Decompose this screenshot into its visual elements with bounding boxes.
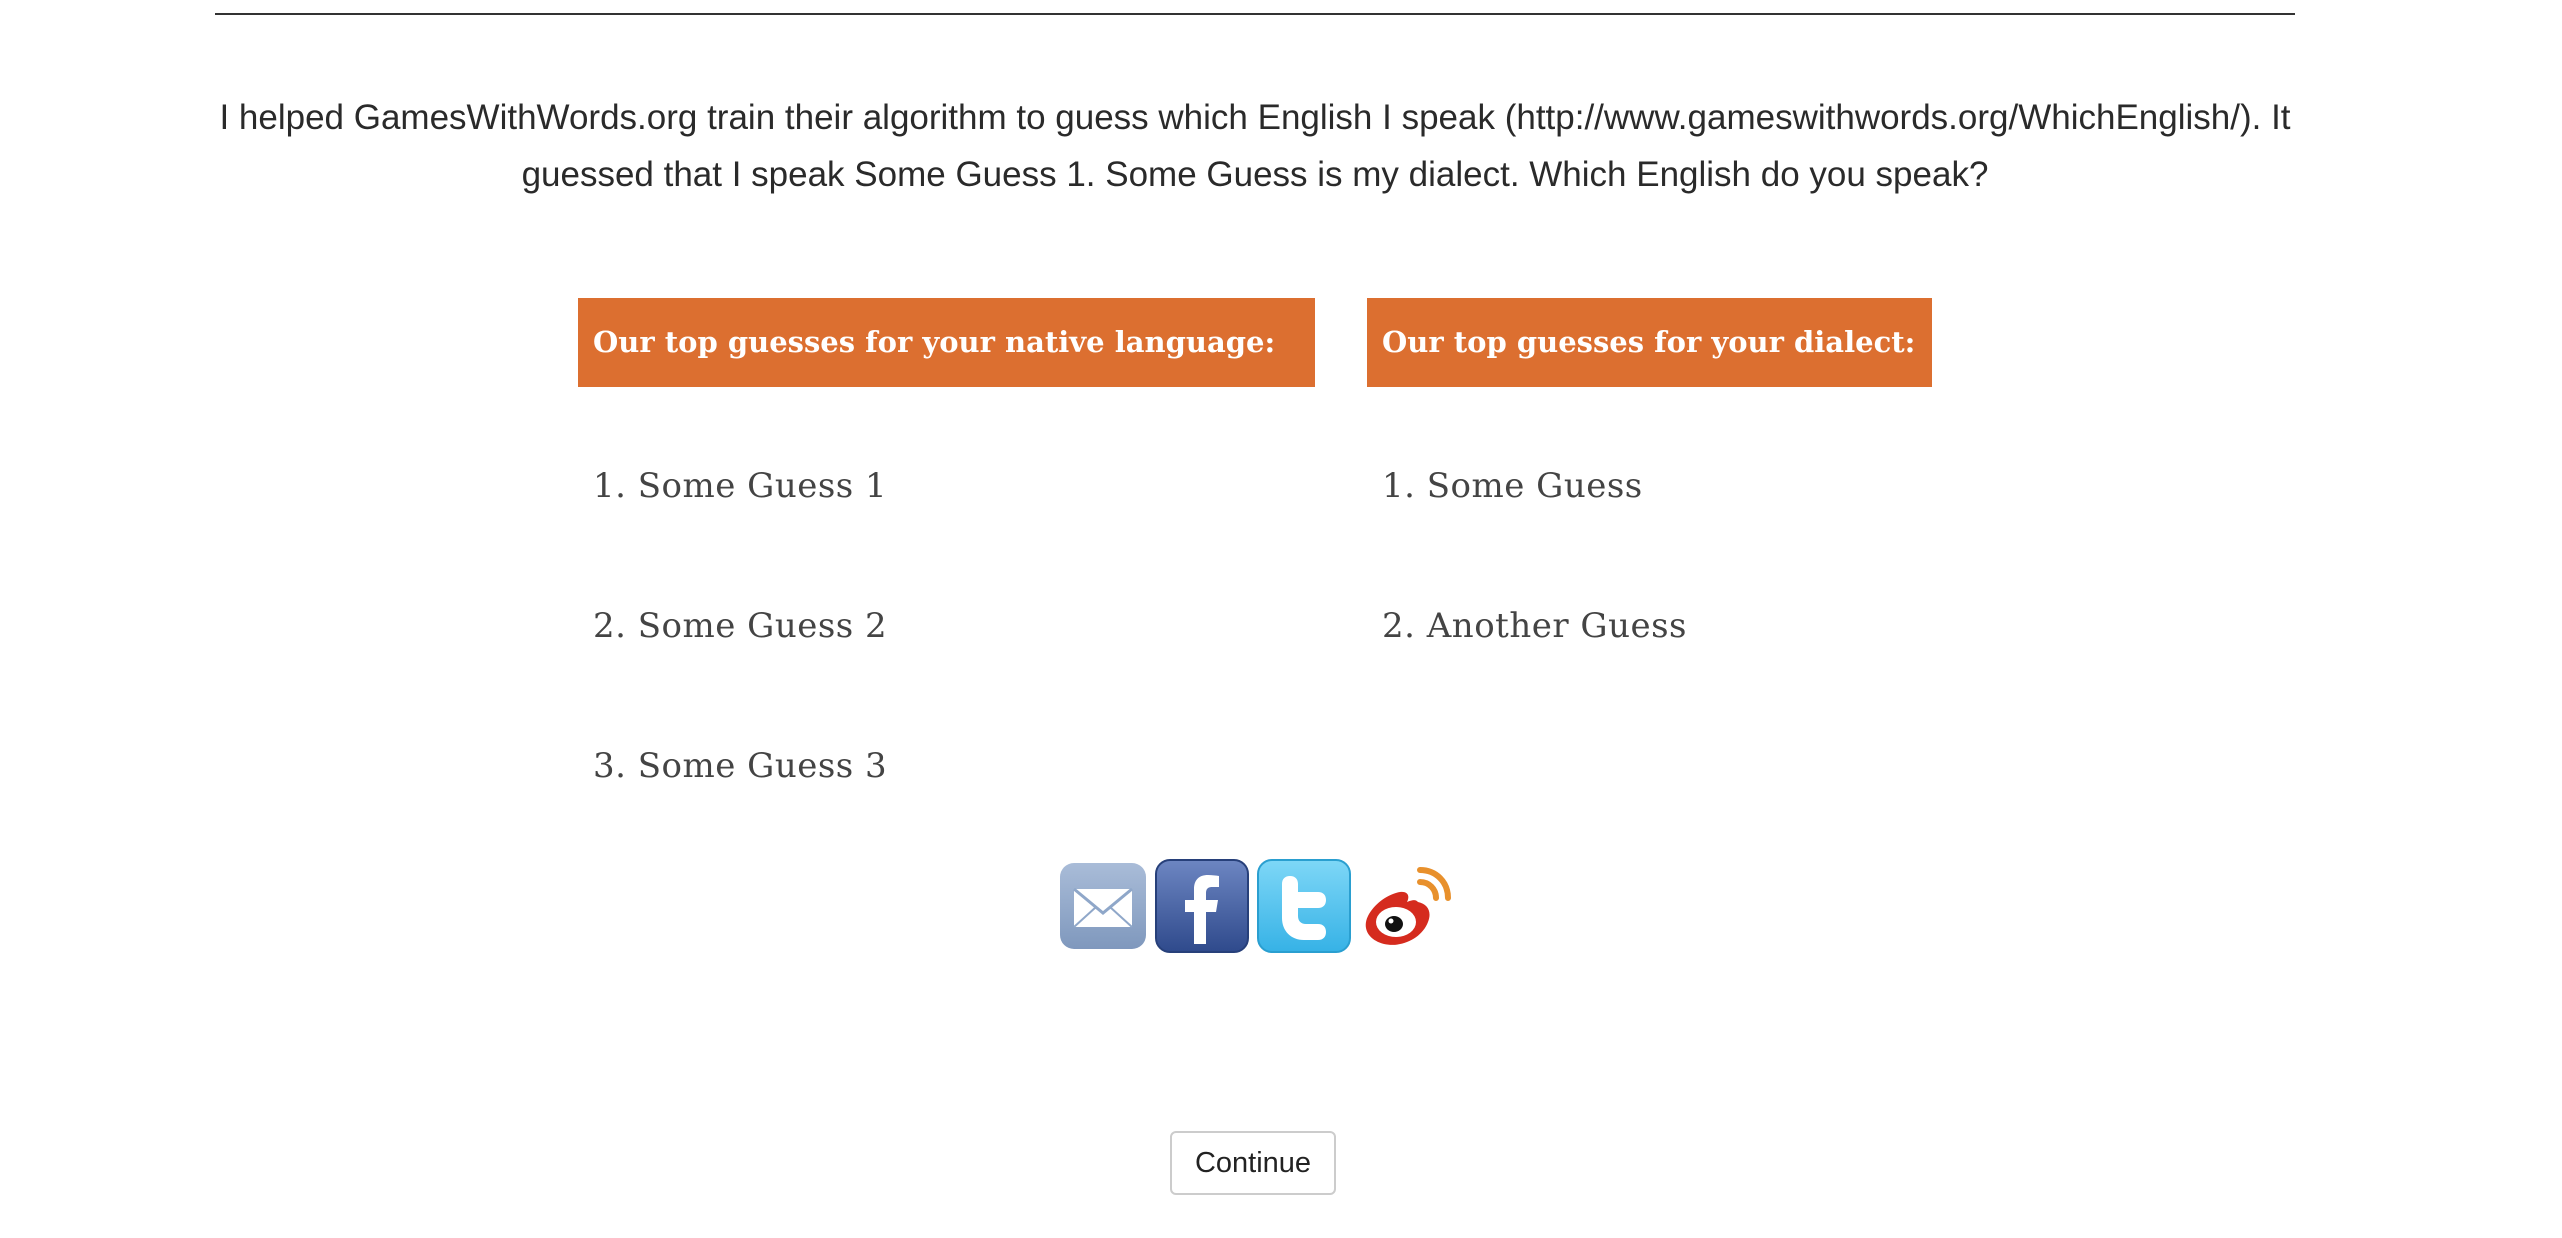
twitter-icon bbox=[1257, 858, 1351, 953]
weibo-icon bbox=[1365, 866, 1451, 945]
native-language-guess: 3. Some Guess 3 bbox=[593, 746, 888, 786]
native-language-header: Our top guesses for your native language… bbox=[578, 298, 1315, 387]
email-share-button[interactable] bbox=[1058, 861, 1148, 956]
dialect-header: Our top guesses for your dialect: bbox=[1367, 298, 1932, 387]
weibo-share-button[interactable] bbox=[1358, 856, 1458, 961]
dialect-column: Our top guesses for your dialect: 1. Som… bbox=[1367, 298, 1932, 646]
facebook-icon bbox=[1155, 858, 1249, 953]
continue-button[interactable]: Continue bbox=[1170, 1131, 1336, 1195]
native-language-column: Our top guesses for your native language… bbox=[578, 298, 1315, 786]
native-language-guess: 2. Some Guess 2 bbox=[593, 606, 888, 646]
share-buttons bbox=[1058, 858, 1458, 958]
dialect-guess: 1. Some Guess bbox=[1382, 466, 1643, 506]
native-language-guess: 1. Some Guess 1 bbox=[593, 466, 888, 506]
dialect-guess: 2. Another Guess bbox=[1382, 606, 1687, 646]
top-divider bbox=[215, 13, 2295, 15]
share-intro-text: I helped GamesWithWords.org train their … bbox=[219, 98, 2291, 194]
facebook-share-button[interactable] bbox=[1154, 858, 1250, 959]
twitter-share-button[interactable] bbox=[1256, 858, 1352, 959]
email-icon bbox=[1060, 862, 1146, 949]
